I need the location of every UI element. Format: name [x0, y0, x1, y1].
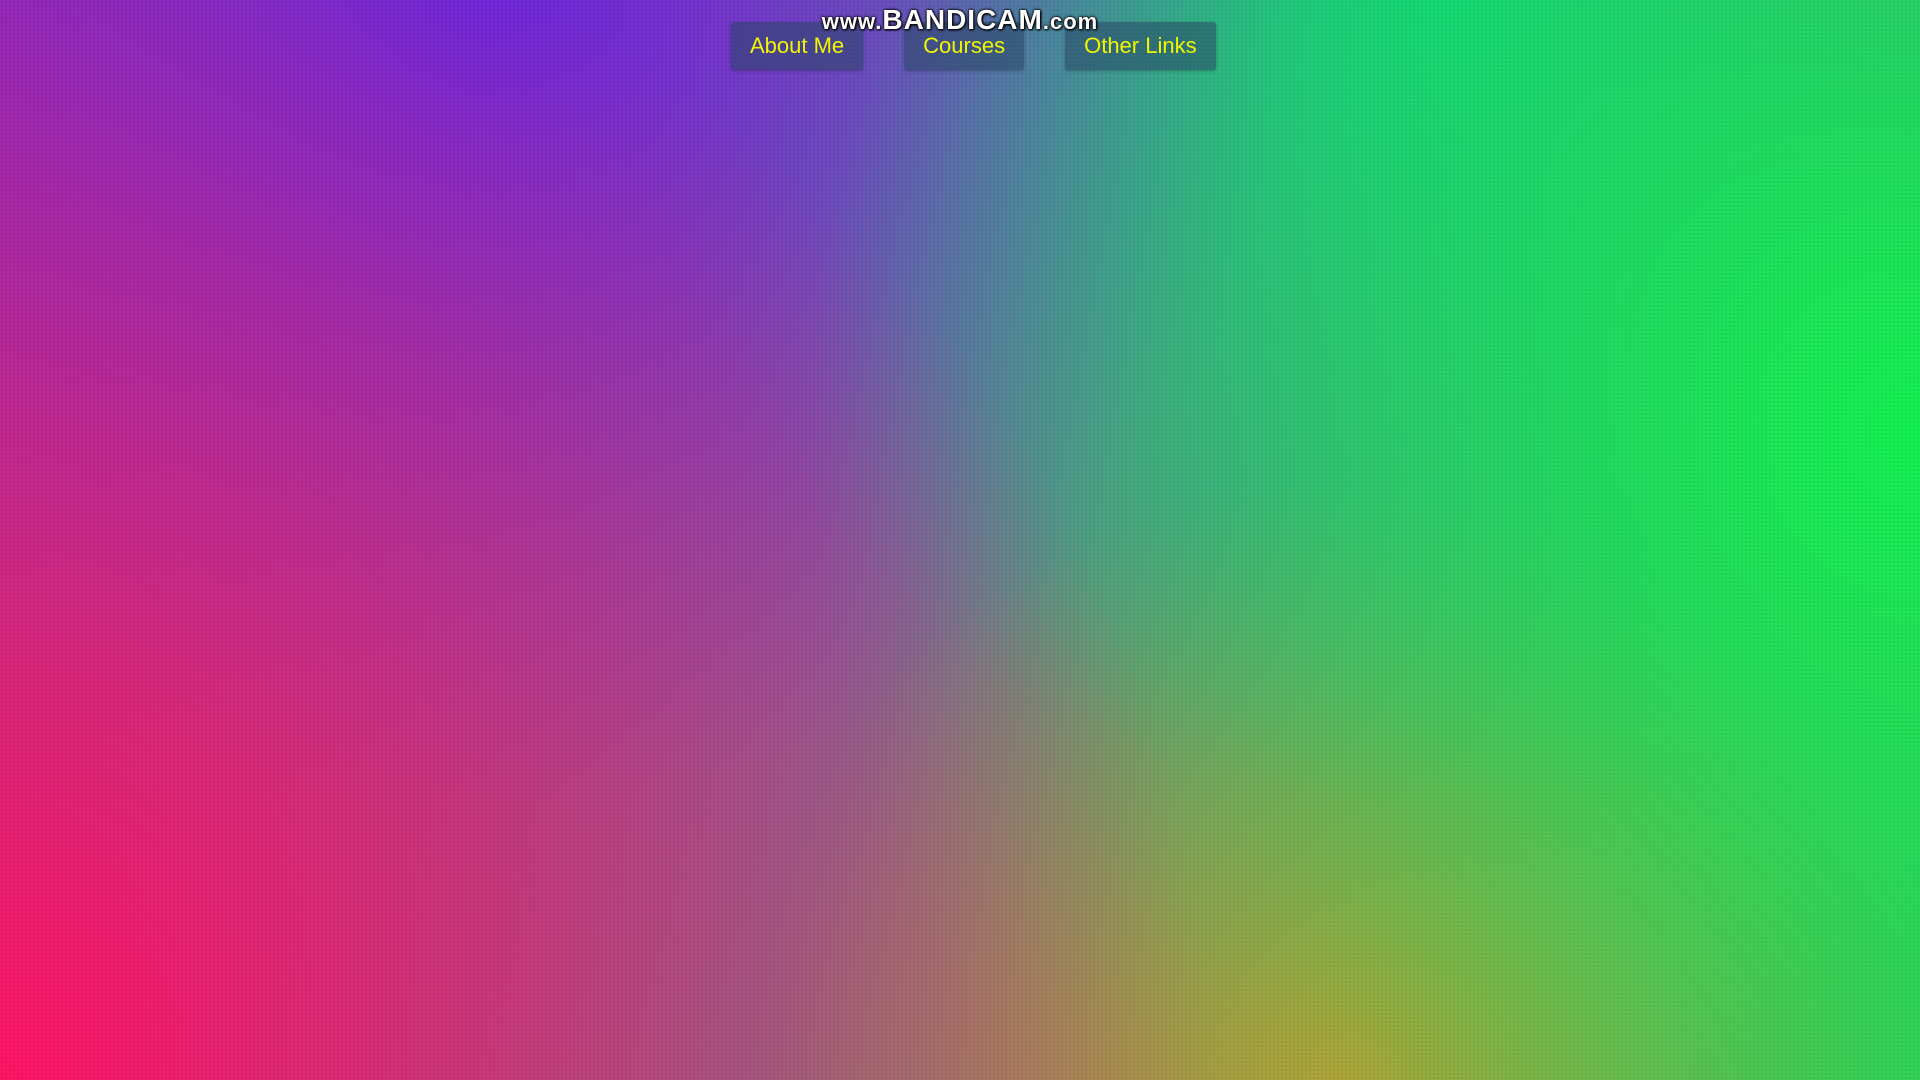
watermark-prefix: www.: [821, 9, 883, 34]
watermark-brand: BANDICAM: [882, 4, 1043, 35]
watermark-suffix: .com: [1042, 9, 1099, 34]
bandicam-watermark: www.BANDICAM.com: [0, 4, 1920, 36]
gradient-background: [0, 0, 1920, 1080]
